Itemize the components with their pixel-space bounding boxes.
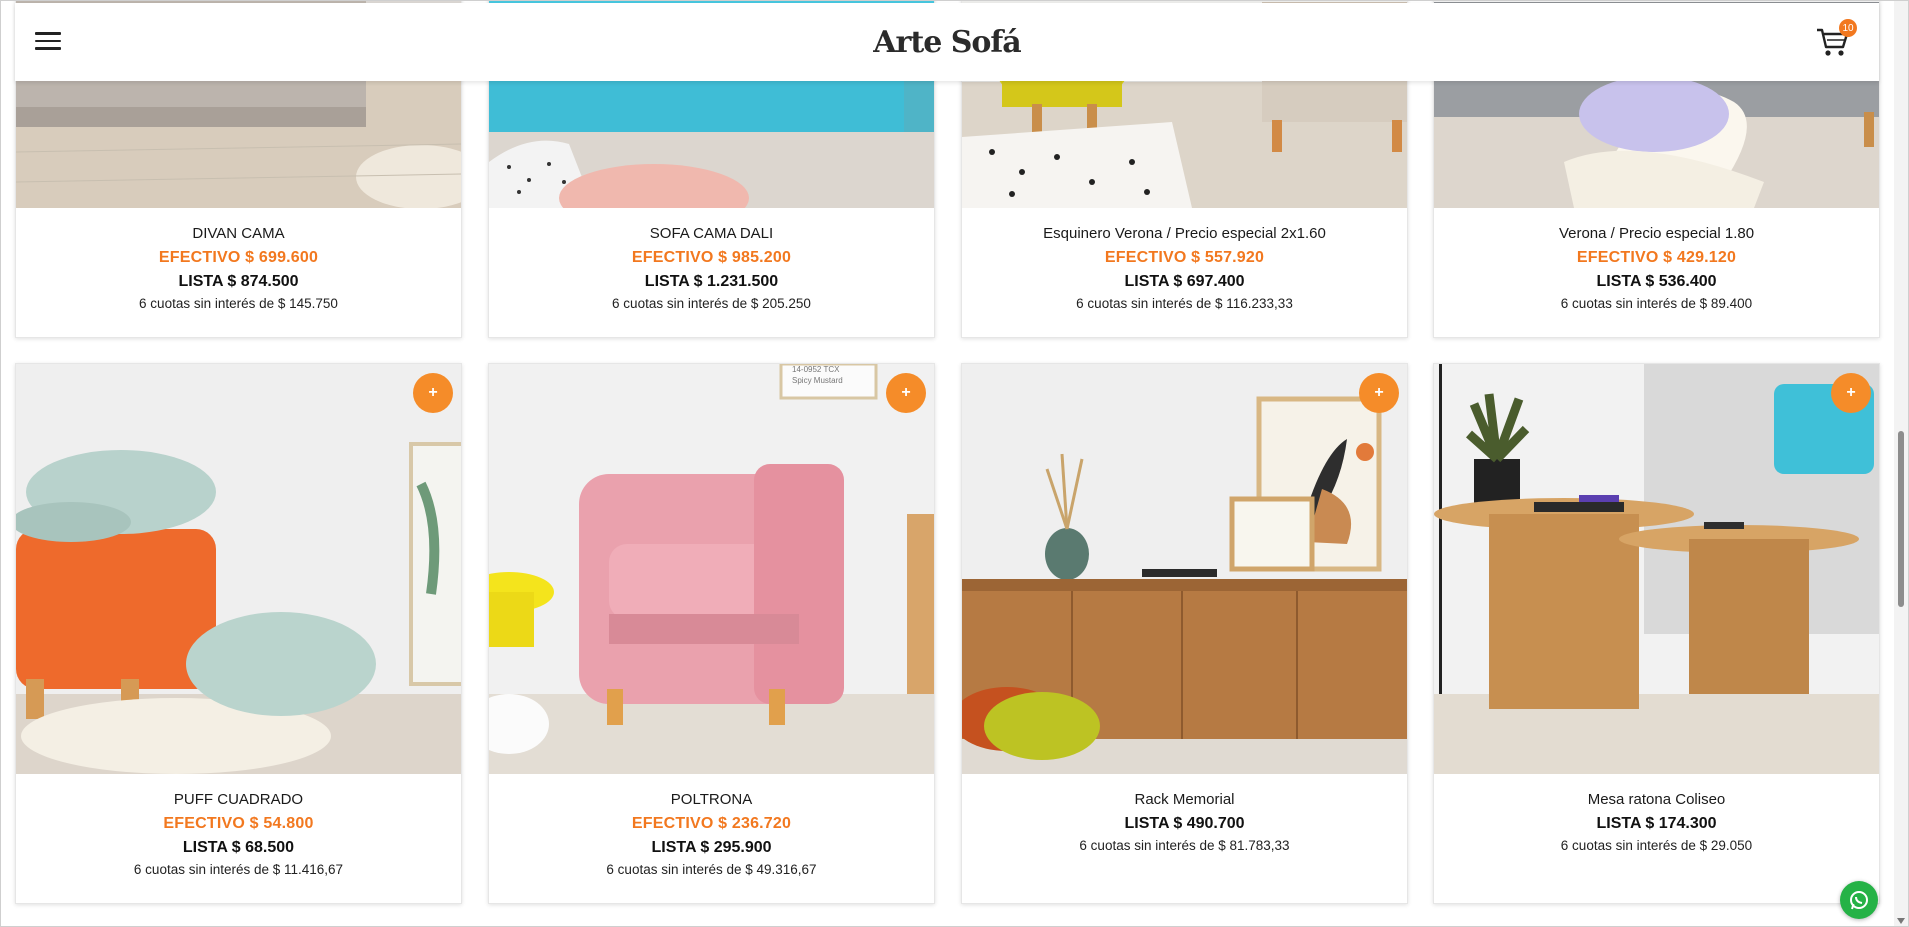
scrollbar-thumb[interactable] — [1898, 431, 1904, 607]
add-to-cart-button[interactable]: + — [886, 373, 926, 413]
product-card[interactable]: 14-0952 TCX Spicy Mustard + POLTRONA EFE… — [488, 363, 935, 904]
installments-text: 6 cuotas sin interés de $ 205.250 — [612, 296, 811, 311]
product-image[interactable]: + — [1434, 364, 1879, 774]
add-to-cart-button[interactable]: + — [1831, 373, 1871, 413]
scroll-down-arrow-icon[interactable] — [1897, 918, 1905, 924]
shopping-cart-button[interactable]: 10 — [1815, 19, 1857, 59]
cash-price: EFECTIVO $ 54.800 — [163, 815, 314, 832]
list-price: LISTA $ 1.231.500 — [644, 273, 779, 290]
add-to-cart-button[interactable]: + — [413, 373, 453, 413]
product-name[interactable]: DIVAN CAMA — [16, 222, 461, 246]
swatch-label: Spicy Mustard — [792, 376, 843, 385]
cash-price: EFECTIVO $ 236.720 — [631, 815, 792, 832]
product-name[interactable]: SOFA CAMA DALI — [489, 222, 934, 246]
list-price: LISTA $ 68.500 — [182, 839, 295, 856]
installments-text: 6 cuotas sin interés de $ 49.316,67 — [606, 862, 817, 877]
list-price: LISTA $ 874.500 — [178, 273, 299, 290]
whatsapp-chat-button[interactable] — [1840, 881, 1878, 919]
product-image[interactable]: + — [962, 364, 1407, 774]
list-price: LISTA $ 295.900 — [651, 839, 772, 856]
page-scrollbar[interactable] — [1894, 1, 1908, 926]
installments-text: 6 cuotas sin interés de $ 81.783,33 — [1079, 838, 1290, 853]
installments-text: 6 cuotas sin interés de $ 89.400 — [1560, 296, 1753, 311]
cash-price: EFECTIVO $ 699.600 — [158, 249, 319, 266]
add-to-cart-button[interactable]: + — [1359, 373, 1399, 413]
cash-price: EFECTIVO $ 985.200 — [631, 249, 792, 266]
installments-text: 6 cuotas sin interés de $ 29.050 — [1560, 838, 1753, 853]
hamburger-menu-icon[interactable] — [35, 32, 61, 52]
product-name[interactable]: PUFF CUADRADO — [16, 788, 461, 812]
product-image[interactable]: 14-0952 TCX Spicy Mustard + — [489, 364, 934, 774]
list-price: LISTA $ 174.300 — [1596, 815, 1717, 832]
product-name[interactable]: POLTRONA — [489, 788, 934, 812]
cash-price: EFECTIVO $ 429.120 — [1576, 249, 1737, 266]
swatch-label: 14-0952 TCX — [792, 365, 840, 374]
product-name[interactable]: Esquinero Verona / Precio especial 2x1.6… — [962, 222, 1407, 246]
product-name[interactable]: Mesa ratona Coliseo — [1434, 788, 1879, 812]
product-card[interactable]: + PUFF CUADRADO EFECTIVO $ 54.800 LISTA … — [15, 363, 462, 904]
product-card[interactable]: + Rack Memorial LISTA $ 490.700 6 cuotas… — [961, 363, 1408, 904]
cash-price: EFECTIVO $ 557.920 — [1104, 249, 1265, 266]
product-name[interactable]: Rack Memorial — [962, 788, 1407, 812]
installments-text: 6 cuotas sin interés de $ 145.750 — [139, 296, 338, 311]
cart-count-badge: 10 — [1839, 19, 1857, 37]
product-card[interactable]: + Mesa ratona Coliseo LISTA $ 174.300 6 … — [1433, 363, 1880, 904]
list-price: LISTA $ 490.700 — [1124, 815, 1245, 832]
product-image[interactable]: + — [16, 364, 461, 774]
site-header: Arte Sofá 10 — [15, 3, 1879, 81]
browser-window: Arte Sofá 10 DIVAN CAMA EFECTIVO $ 699.6… — [0, 0, 1909, 927]
installments-text: 6 cuotas sin interés de $ 116.233,33 — [1076, 296, 1293, 311]
site-logo[interactable]: Arte Sofá — [873, 25, 1021, 60]
list-price: LISTA $ 536.400 — [1596, 273, 1717, 290]
whatsapp-icon — [1850, 891, 1868, 910]
list-price: LISTA $ 697.400 — [1124, 273, 1245, 290]
product-name[interactable]: Verona / Precio especial 1.80 — [1434, 222, 1879, 246]
installments-text: 6 cuotas sin interés de $ 11.416,67 — [133, 862, 344, 877]
